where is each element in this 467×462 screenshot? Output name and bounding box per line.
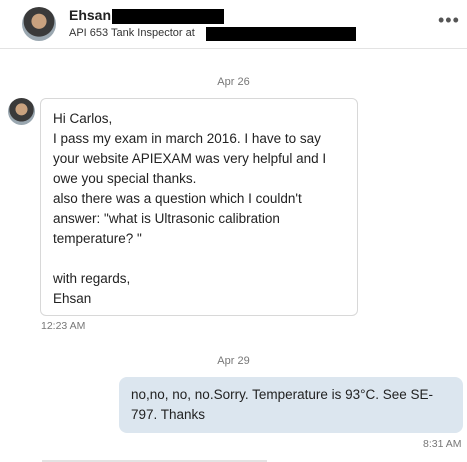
date-separator: Apr 26 <box>217 76 250 88</box>
outgoing-message-bubble: no,no, no, no.Sorry. Temperature is 93°C… <box>119 377 463 433</box>
redacted-name-block <box>112 9 224 24</box>
date-separator: Apr 29 <box>217 355 250 367</box>
more-horizontal-icon[interactable]: ••• <box>438 11 460 29</box>
message-timestamp: 8:31 AM <box>423 438 462 450</box>
contact-headline: API 653 Tank Inspector at <box>69 27 195 39</box>
message-timestamp: 12:23 AM <box>41 320 86 332</box>
conversation-header: Ehsan API 653 Tank Inspector at ••• <box>0 0 467 49</box>
incoming-message-bubble: Hi Carlos, I pass my exam in march 2016.… <box>40 98 358 316</box>
redacted-headline-block <box>206 27 356 41</box>
contact-name[interactable]: Ehsan <box>69 7 111 23</box>
avatar[interactable] <box>22 7 56 41</box>
sender-avatar[interactable] <box>8 98 35 125</box>
